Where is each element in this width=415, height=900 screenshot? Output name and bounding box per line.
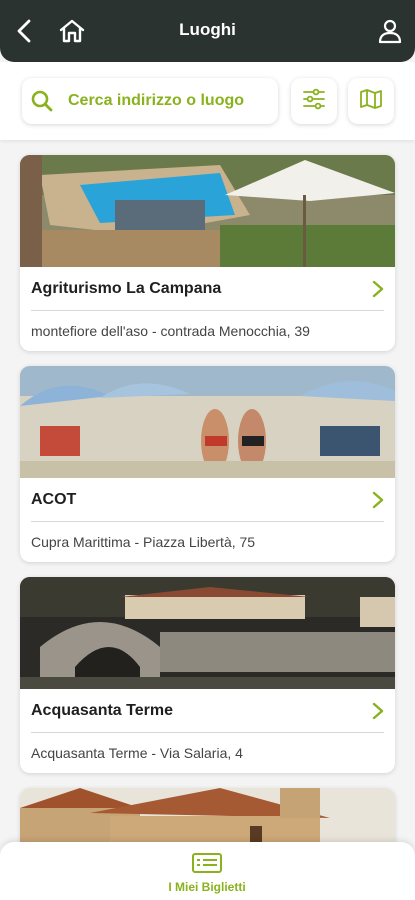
chevron-right-icon (372, 280, 384, 298)
map-button[interactable] (348, 78, 394, 124)
tab-label: I Miei Biglietti (168, 880, 246, 894)
search-input[interactable] (68, 92, 268, 110)
map-icon (358, 87, 384, 116)
ticket-icon (192, 853, 222, 873)
place-card[interactable]: Agriturismo La Campana montefiore dell'a… (20, 155, 395, 351)
divider (31, 310, 384, 311)
place-photo (20, 366, 395, 478)
sliders-icon (301, 87, 327, 116)
place-name: Acquasanta Terme (31, 702, 173, 719)
place-name: Agriturismo La Campana (31, 280, 222, 297)
chevron-right-icon (372, 702, 384, 720)
page-title: Luoghi (179, 20, 236, 39)
place-name: ACOT (31, 491, 77, 508)
place-card[interactable]: Acquasanta Terme Acquasanta Terme - Via … (20, 577, 395, 773)
chevron-right-icon (372, 491, 384, 509)
top-app-bar: Luoghi (0, 0, 415, 62)
filters-button[interactable] (291, 78, 337, 124)
place-card[interactable]: ACOT Cupra Marittima - Piazza Libertà, 7… (20, 366, 395, 562)
divider (31, 732, 384, 733)
place-photo (20, 577, 395, 689)
tab-my-tickets[interactable]: I Miei Biglietti (157, 850, 257, 896)
place-photo (20, 155, 395, 267)
divider (31, 521, 384, 522)
search-box[interactable] (22, 78, 278, 124)
place-address: Acquasanta Terme - Via Salaria, 4 (31, 745, 243, 761)
user-icon[interactable] (375, 16, 405, 46)
bottom-navigation: I Miei Biglietti (0, 842, 415, 900)
place-address: Cupra Marittima - Piazza Libertà, 75 (31, 534, 256, 550)
search-toolbar (0, 62, 415, 140)
search-icon (30, 89, 54, 113)
place-address: montefiore dell'aso - contrada Menocchia… (31, 323, 310, 339)
